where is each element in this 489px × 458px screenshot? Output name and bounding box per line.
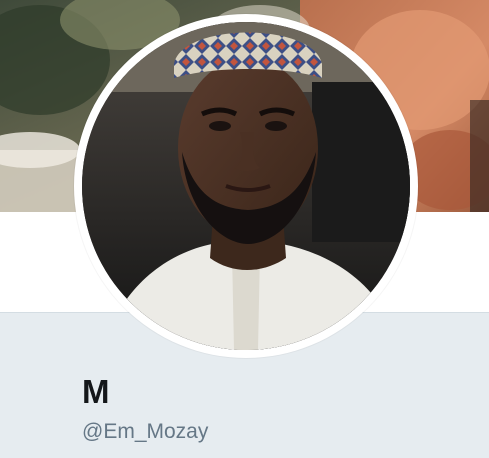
avatar[interactable] (82, 22, 410, 350)
display-name[interactable]: M (82, 373, 110, 411)
username-handle[interactable]: @Em_Mozay (82, 420, 208, 444)
avatar-image (82, 22, 410, 350)
profile-card: M @Em_Mozay (0, 0, 489, 458)
